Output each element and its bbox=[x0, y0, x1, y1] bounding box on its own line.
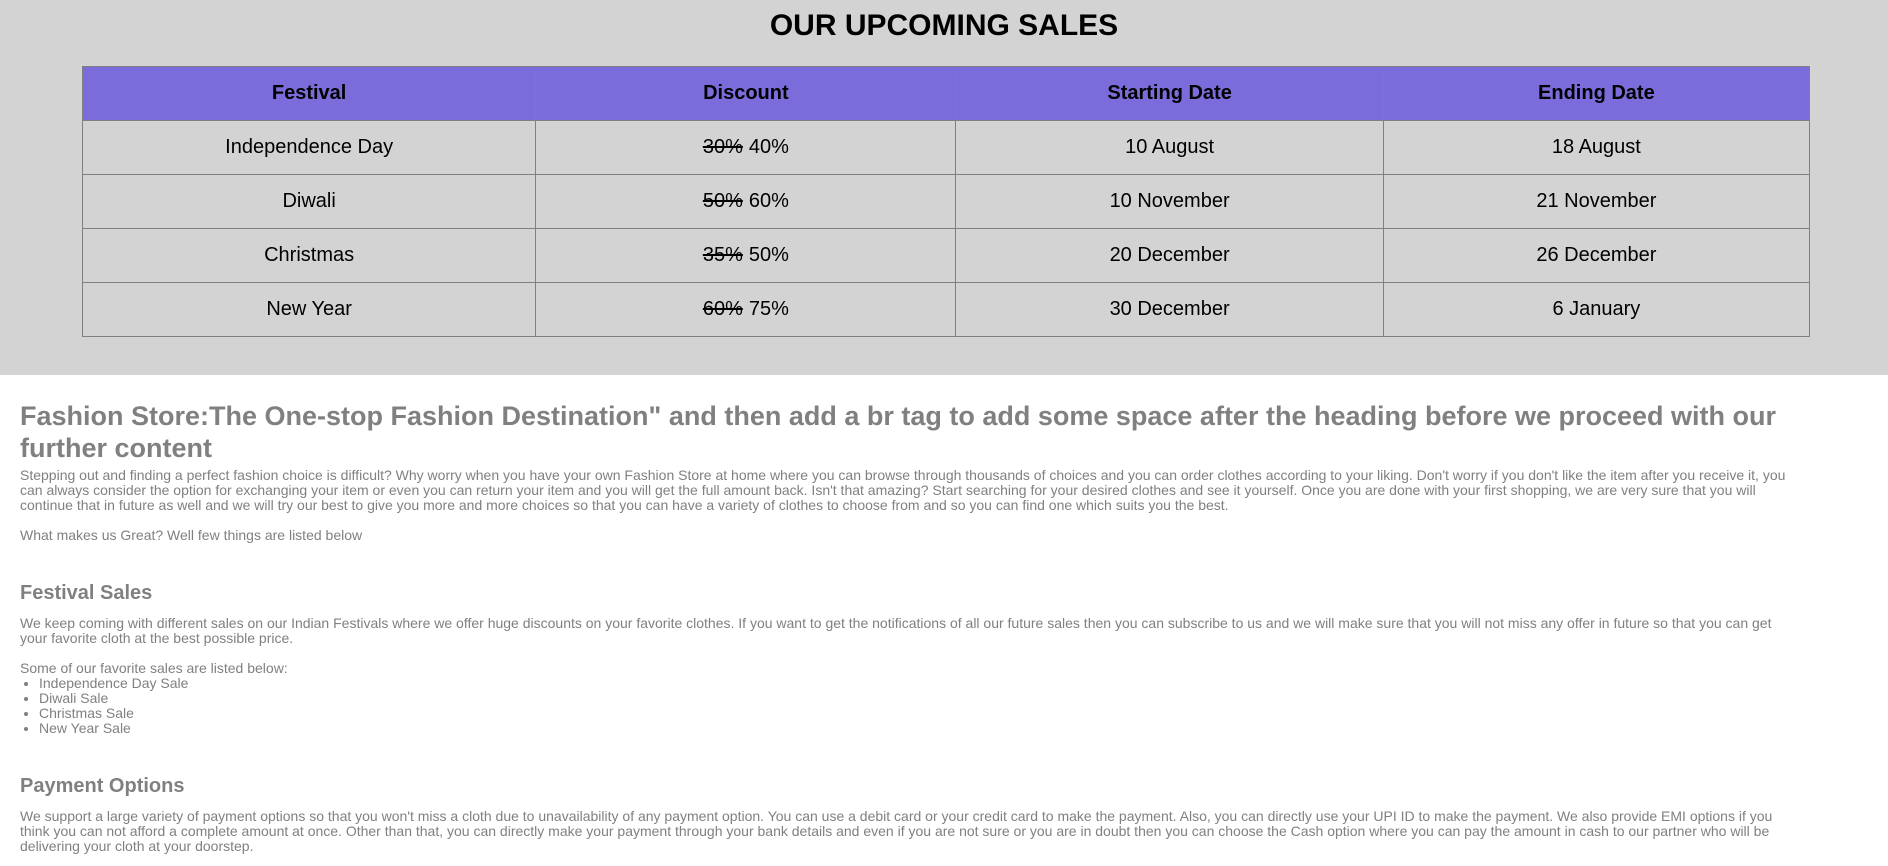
sales-table: Festival Discount Starting Date Ending D… bbox=[81, 66, 1811, 337]
header-starting-date: Starting Date bbox=[955, 66, 1384, 121]
festival-sales-text: We keep coming with different sales on o… bbox=[20, 615, 1772, 646]
sales-list: Independence Day Sale Diwali Sale Christ… bbox=[20, 676, 1790, 736]
cell-end-date: 6 January bbox=[1382, 282, 1811, 337]
cell-festival: Independence Day bbox=[81, 120, 537, 175]
payment-options-heading: Payment Options bbox=[20, 775, 185, 797]
list-item: Independence Day Sale bbox=[39, 676, 1790, 691]
cell-start-date: 30 December bbox=[955, 282, 1384, 337]
new-discount: 50% bbox=[748, 244, 789, 266]
old-discount: 30% bbox=[702, 136, 743, 158]
upcoming-sales-section: OUR UPCOMING SALES Festival Discount Sta… bbox=[0, 0, 1888, 375]
cell-start-date: 10 November bbox=[955, 174, 1384, 229]
old-discount: 60% bbox=[702, 298, 743, 320]
cell-discount: 30% 40% bbox=[535, 120, 957, 175]
table-row: Diwali 50% 60% 10 November 21 November bbox=[81, 174, 1811, 229]
old-discount: 35% bbox=[702, 244, 743, 266]
cell-discount: 35% 50% bbox=[535, 228, 957, 283]
festival-sales-heading: Festival Sales bbox=[20, 582, 153, 604]
table-row: New Year 60% 75% 30 December 6 January bbox=[81, 282, 1811, 337]
cell-end-date: 21 November bbox=[1382, 174, 1811, 229]
list-item: New Year Sale bbox=[39, 721, 1790, 736]
new-discount: 75% bbox=[748, 298, 789, 320]
great-line: What makes us Great? Well few things are… bbox=[20, 527, 363, 543]
list-item: Christmas Sale bbox=[39, 706, 1790, 721]
main-content: Fashion Store:The One-stop Fashion Desti… bbox=[20, 375, 1790, 854]
cell-start-date: 20 December bbox=[955, 228, 1384, 283]
list-item: Diwali Sale bbox=[39, 691, 1790, 706]
cell-festival: Christmas bbox=[81, 228, 537, 283]
page-heading: Fashion Store:The One-stop Fashion Desti… bbox=[20, 401, 1777, 463]
table-row: Independence Day 30% 40% 10 August 18 Aug… bbox=[81, 120, 1811, 175]
cell-start-date: 10 August bbox=[955, 120, 1384, 175]
cell-festival: New Year bbox=[81, 282, 537, 337]
intro-paragraph: Stepping out and finding a perfect fashi… bbox=[20, 467, 1786, 513]
table-row: Christmas 35% 50% 20 December 26 December bbox=[81, 228, 1811, 283]
old-discount: 50% bbox=[702, 190, 743, 212]
sales-list-intro: Some of our favorite sales are listed be… bbox=[20, 660, 288, 676]
sales-title: OUR UPCOMING SALES bbox=[769, 9, 1119, 42]
new-discount: 60% bbox=[748, 190, 789, 212]
cell-end-date: 18 August bbox=[1382, 120, 1811, 175]
new-discount: 40% bbox=[748, 136, 789, 158]
header-discount: Discount bbox=[535, 66, 957, 121]
cell-festival: Diwali bbox=[81, 174, 537, 229]
cell-end-date: 26 December bbox=[1382, 228, 1811, 283]
table-header-row: Festival Discount Starting Date Ending D… bbox=[81, 66, 1811, 121]
header-festival: Festival bbox=[81, 66, 537, 121]
cell-discount: 60% 75% bbox=[535, 282, 957, 337]
cell-discount: 50% 60% bbox=[535, 174, 957, 229]
header-ending-date: Ending Date bbox=[1382, 66, 1811, 121]
payment-options-text: We support a large variety of payment op… bbox=[20, 808, 1773, 854]
